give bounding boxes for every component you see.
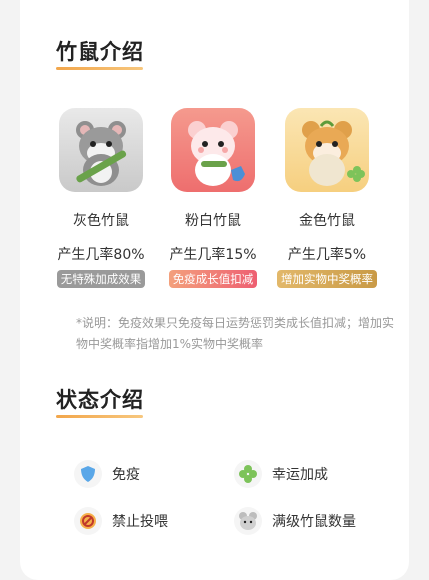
- status-label: 免疫: [112, 467, 140, 483]
- clover-icon: [234, 460, 262, 488]
- status-item-max-level: 满级竹鼠数量: [234, 505, 356, 537]
- pink-rat-image: [171, 108, 255, 192]
- status-item-no-feeding: 禁止投喂: [74, 505, 168, 537]
- rat-effect-tag: 增加实物中奖概率: [277, 270, 377, 288]
- rat-card-gray: 灰色竹鼠 产生几率80% 无特殊加成效果: [46, 108, 156, 288]
- rat-effect-tag: 免疫成长值扣减: [168, 270, 258, 288]
- rat-name: 粉白竹鼠: [185, 213, 241, 229]
- gold-rat-image: [285, 108, 369, 192]
- section-title-status: 状态介绍: [56, 388, 144, 412]
- status-label: 禁止投喂: [112, 514, 168, 530]
- info-card: 竹鼠介绍 灰色竹鼠 产生几率80% 无特殊加成效果 粉白竹鼠 产生几率15% 免…: [20, 0, 409, 580]
- no-feeding-icon: [74, 507, 102, 535]
- section-title-intro: 竹鼠介绍: [56, 40, 144, 64]
- rat-name: 灰色竹鼠: [73, 213, 129, 229]
- status-label: 满级竹鼠数量: [272, 514, 356, 530]
- rat-card-pink: 粉白竹鼠 产生几率15% 免疫成长值扣减: [158, 108, 268, 288]
- status-item-immune: 免疫: [74, 458, 140, 490]
- title-underline: [56, 67, 143, 70]
- rat-rate: 产生几率15%: [169, 247, 257, 263]
- rat-effect-tag: 无特殊加成效果: [56, 270, 146, 288]
- title-underline: [56, 415, 143, 418]
- shield-icon: [74, 460, 102, 488]
- gray-rat-image: [59, 108, 143, 192]
- rat-head-icon: [234, 507, 262, 535]
- rat-name: 金色竹鼠: [299, 213, 355, 229]
- status-label: 幸运加成: [272, 467, 328, 483]
- rat-card-gold: 金色竹鼠 产生几率5% 增加实物中奖概率: [272, 108, 382, 288]
- rat-rate: 产生几率80%: [57, 247, 145, 263]
- rat-rate: 产生几率5%: [287, 247, 367, 263]
- explanation-note: *说明：免疫效果只免疫每日运势惩罚类成长值扣减；增加实物中奖概率指增加1%实物中…: [76, 316, 395, 351]
- status-item-luck: 幸运加成: [234, 458, 328, 490]
